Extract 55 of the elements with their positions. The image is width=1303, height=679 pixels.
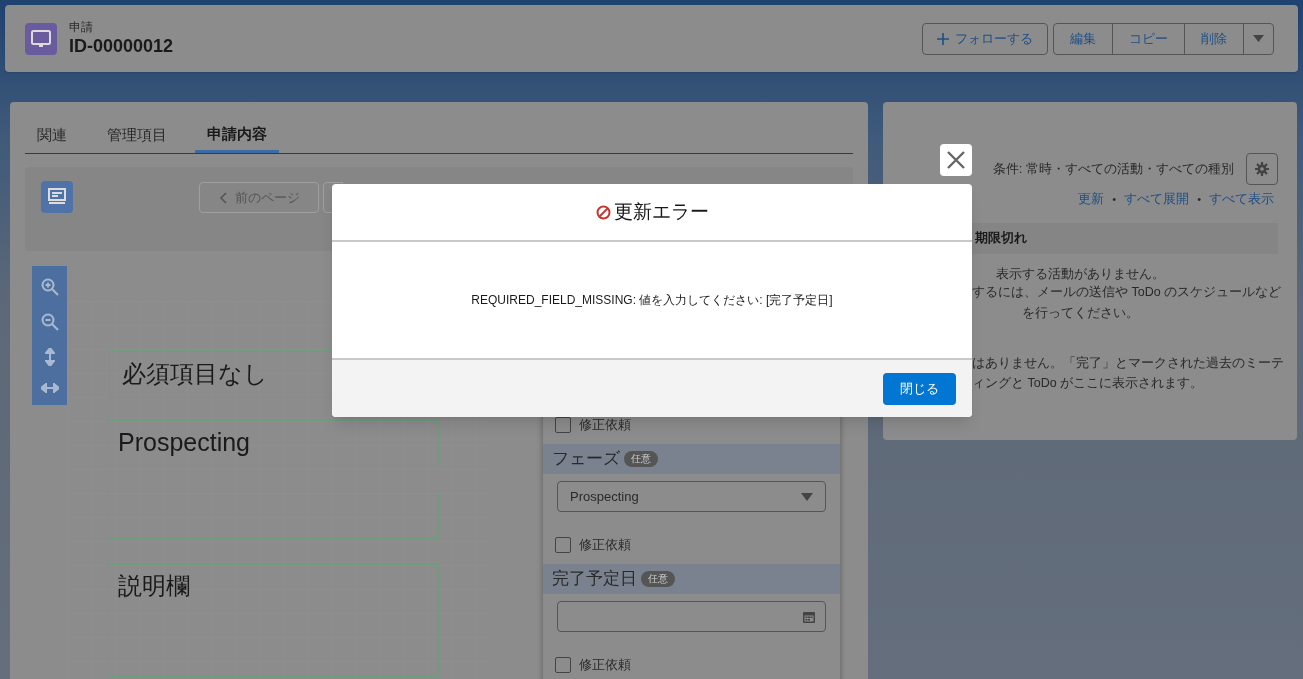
- past-activity-message: はありません。「完了」とマークされた過去のミーテ: [972, 355, 1284, 372]
- empty-message: するには、メールの送信や ToDo のスケジュールなど: [972, 284, 1282, 301]
- empty-message: 表示する活動がありません。: [996, 264, 1165, 283]
- comment-icon: [41, 181, 73, 213]
- checkbox[interactable]: [555, 417, 571, 433]
- horizontal-resize-icon[interactable]: [40, 382, 59, 393]
- filter-text: 条件: 常時・すべての活動・すべての種別: [992, 160, 1234, 179]
- close-button[interactable]: [940, 144, 972, 176]
- field-text: 説明欄: [118, 572, 190, 599]
- tab[interactable]: 関連: [25, 118, 79, 153]
- date-field[interactable]: [557, 601, 826, 632]
- action-button[interactable]: 削除: [1184, 23, 1243, 54]
- calendar-icon: [803, 610, 815, 623]
- field-text: Prospecting: [118, 427, 251, 459]
- tab[interactable]: 管理項目: [95, 118, 179, 153]
- checkbox-label: 修正依頼: [579, 416, 631, 435]
- caret-icon: [1253, 35, 1264, 42]
- past-activity-message: ィングと ToDo がここに表示されます。: [972, 374, 1204, 392]
- optional-badge: 任意: [641, 571, 675, 587]
- checkbox[interactable]: [555, 537, 571, 553]
- caret-icon: [801, 492, 813, 501]
- close-dialog-button[interactable]: 閉じる: [883, 372, 956, 405]
- separator-dot: •: [1197, 191, 1201, 207]
- chevron-left-icon: [218, 191, 227, 204]
- tab[interactable]: 申請内容: [195, 118, 279, 153]
- zoom-out-icon[interactable]: [40, 313, 59, 332]
- checkbox-label: 修正依頼: [579, 536, 631, 555]
- empty-message: を行ってください。: [1022, 303, 1139, 322]
- separator-dot: •: [1112, 191, 1117, 207]
- field-text: 必須項目なし: [122, 359, 268, 389]
- dialog-title: 更新エラー: [613, 199, 709, 224]
- activity-link[interactable]: すべて表示: [1209, 189, 1274, 209]
- record-name: ID-00000012: [69, 34, 174, 58]
- checkbox[interactable]: [555, 657, 571, 673]
- settings-button[interactable]: [1246, 153, 1278, 185]
- settings-icon: [1255, 162, 1269, 176]
- monitor-icon: [25, 22, 57, 55]
- action-button[interactable]: コピー: [1112, 23, 1184, 54]
- checkbox-label: 修正依頼: [579, 656, 631, 675]
- action-button[interactable]: 編集: [1054, 23, 1112, 54]
- activity-link[interactable]: 更新: [1078, 189, 1105, 209]
- error-icon: [595, 204, 611, 220]
- section-title: フェーズ: [552, 448, 620, 471]
- vertical-resize-icon[interactable]: [44, 347, 55, 366]
- optional-badge: 任意: [624, 451, 658, 467]
- phase-select[interactable]: Prospecting: [557, 481, 826, 512]
- object-label: 申請: [69, 19, 94, 35]
- error-message: REQUIRED_FIELD_MISSING: 値を入力してください: [完了予定日]: [471, 292, 833, 309]
- zoom-in-icon[interactable]: [40, 278, 59, 297]
- section-title: 期限切れ: [975, 229, 1027, 248]
- plus-icon: [937, 32, 949, 45]
- close-icon: [947, 151, 965, 169]
- section-title: 完了予定日: [552, 568, 637, 591]
- activity-link[interactable]: すべて展開: [1124, 189, 1190, 209]
- follow-button[interactable]: フォローする: [922, 22, 1048, 55]
